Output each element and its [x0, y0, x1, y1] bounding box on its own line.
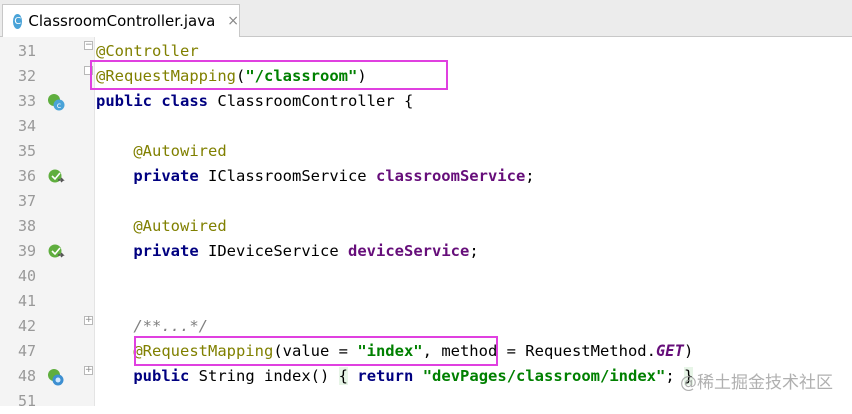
keyword-public: public — [133, 367, 190, 385]
line-number: 51 — [17, 392, 36, 410]
line-number: 38 — [17, 217, 36, 235]
code-line: 34 — [0, 114, 852, 139]
line-number: 42 — [17, 317, 36, 335]
fold-end-icon[interactable] — [84, 66, 93, 75]
line-number: 34 — [17, 117, 36, 135]
open-brace: { — [338, 367, 349, 385]
code-text: /**...*/ — [96, 314, 208, 339]
tab-filename: ClassroomController.java — [28, 12, 216, 30]
code-text: @Autowired — [96, 139, 227, 164]
semicolon: ; — [469, 242, 479, 260]
code-text: public String index() { return "devPages… — [96, 364, 694, 389]
code-line: 35 @Autowired — [0, 139, 852, 164]
code-text: private IDeviceService deviceService; — [96, 239, 479, 264]
string-classroom-path: "/classroom" — [245, 67, 358, 85]
autowired-bean-icon[interactable] — [47, 168, 65, 186]
constant-get: GET — [655, 342, 684, 360]
line-number: 35 — [17, 142, 36, 160]
code-line: 31 − @Controller — [0, 39, 852, 64]
class-name: ClassroomController { — [217, 92, 414, 110]
close-icon[interactable]: × — [227, 13, 239, 29]
value-attr: value = — [282, 342, 358, 360]
type-iclassroom-service: IClassroomService — [208, 167, 367, 185]
keyword-class: class — [161, 92, 209, 110]
method-attr: method = RequestMethod. — [431, 342, 656, 360]
folded-javadoc[interactable]: /**...*/ — [133, 317, 208, 335]
watermark: @稀土掘金技术社区 — [680, 373, 833, 393]
line-number: 33 — [17, 92, 36, 110]
line-number: 41 — [17, 292, 36, 310]
line-number: 31 — [17, 42, 36, 60]
semicolon: ; — [665, 367, 675, 385]
line-number: 48 — [17, 367, 36, 385]
type-string: String — [198, 367, 255, 385]
code-text: @RequestMapping("/classroom") — [96, 67, 367, 85]
code-line: 38 @Autowired — [0, 214, 852, 239]
editor-tab-bar: C ClassroomController.java × — [0, 0, 852, 37]
request-mapping-icon[interactable] — [47, 368, 65, 386]
line-number: 32 — [17, 67, 36, 85]
type-idevice-service: IDeviceService — [208, 242, 339, 260]
code-line: 42 + /**...*/ — [0, 314, 852, 339]
code-line: 33 c public class ClassroomController { — [0, 89, 852, 114]
annotation-controller: @Controller — [96, 42, 199, 60]
code-text: public class ClassroomController { — [96, 89, 413, 114]
code-line: 39 private IDeviceService deviceService; — [0, 239, 852, 264]
annotation-request-mapping: @RequestMapping — [133, 342, 274, 360]
code-line: 32 @RequestMapping("/classroom") — [0, 64, 852, 89]
keyword-private: private — [133, 167, 199, 185]
code-text: @Autowired — [96, 214, 227, 239]
fold-expand-icon[interactable]: + — [84, 366, 93, 375]
code-line: 40 — [0, 264, 852, 289]
annotation-autowired: @Autowired — [133, 217, 227, 235]
semicolon: ; — [525, 167, 535, 185]
line-number: 39 — [17, 242, 36, 260]
method-index: index() — [264, 367, 339, 385]
string-index: "index" — [357, 342, 423, 360]
field-device-service: deviceService — [348, 242, 470, 260]
code-line: 47 @RequestMapping(value = "index", meth… — [0, 339, 852, 364]
keyword-public: public — [96, 92, 152, 110]
code-text: @RequestMapping(value = "index", method … — [133, 342, 694, 360]
line-number: 47 — [17, 342, 36, 360]
fold-expand-icon[interactable]: + — [84, 316, 93, 325]
autowired-bean-icon[interactable] — [47, 243, 65, 261]
annotation-request-mapping: @RequestMapping — [96, 67, 236, 85]
keyword-return: return — [357, 367, 414, 385]
code-line: 37 — [0, 189, 852, 214]
string-dev-path: "devPages/classroom/index" — [422, 367, 666, 385]
code-text: private IClassroomService classroomServi… — [96, 164, 535, 189]
line-number: 37 — [17, 192, 36, 210]
svg-text:c: c — [57, 101, 61, 110]
fold-start-icon[interactable]: − — [84, 41, 93, 50]
keyword-private: private — [133, 242, 199, 260]
line-number: 36 — [17, 167, 36, 185]
annotation-autowired: @Autowired — [133, 142, 227, 160]
code-text: @Controller — [96, 39, 199, 64]
field-classroom-service: classroomService — [375, 167, 526, 185]
line-number: 40 — [17, 267, 36, 285]
file-tab[interactable]: C ClassroomController.java × — [2, 4, 240, 37]
code-line: 36 private IClassroomService classroomSe… — [0, 164, 852, 189]
class-icon: C — [13, 13, 23, 29]
code-line: 41 — [0, 289, 852, 314]
spring-bean-class-icon[interactable]: c — [47, 93, 65, 111]
